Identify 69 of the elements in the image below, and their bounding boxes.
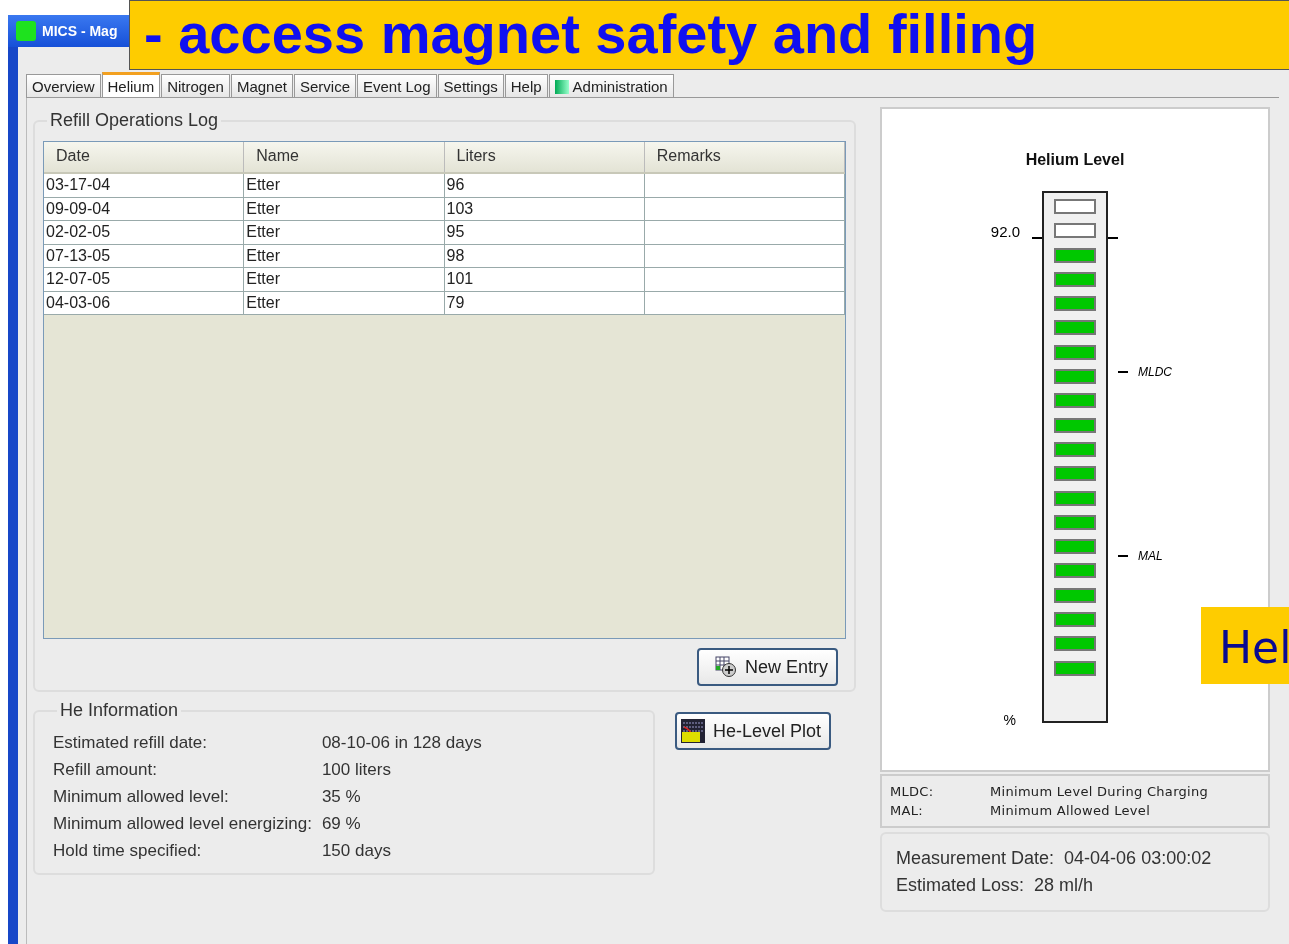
tab[interactable]: Event Log xyxy=(357,74,437,97)
table-cell: Etter xyxy=(246,223,281,240)
table-cell: 04-03-06 xyxy=(46,293,111,311)
field-label: Measurement Date: xyxy=(896,848,1055,869)
legend-text: Minimum Level During Charging xyxy=(990,784,1210,799)
field-label: Hold time specified: xyxy=(53,841,203,861)
field-value: 150 days xyxy=(321,841,392,861)
legend-abbr: MAL: xyxy=(890,803,924,818)
tab[interactable]: Service xyxy=(293,74,356,97)
table-cell: 103 xyxy=(446,199,474,217)
field-value: 04-04-06 03:00:02 xyxy=(1064,848,1212,869)
new-entry-button[interactable]: New Entry xyxy=(696,648,838,686)
field-value: 08-10-06 in 128 days xyxy=(321,733,483,753)
column-header[interactable]: Date xyxy=(44,142,245,172)
table-cell: Etter xyxy=(246,293,281,311)
group-title: Refill Operations Log xyxy=(49,110,220,131)
table-cell: 79 xyxy=(446,293,465,311)
table-cell: 101 xyxy=(446,270,474,287)
field-value: 35 % xyxy=(321,787,362,807)
mark-label: MAL xyxy=(1138,548,1163,563)
legend-text: Minimum Allowed Level xyxy=(990,803,1152,818)
plot-button[interactable]: He-Level Plot xyxy=(675,712,832,750)
table-cell: 95 xyxy=(446,223,465,240)
table-cell: 09-09-04 xyxy=(46,199,111,217)
table-cell: Etter xyxy=(246,270,281,287)
table-cell: 98 xyxy=(446,246,465,264)
tab[interactable]: Helium xyxy=(101,72,161,97)
column-header[interactable]: Liters xyxy=(444,142,645,172)
he-plot-icon xyxy=(681,719,705,743)
field-label: Refill amount: xyxy=(53,760,158,780)
table-cell: Etter xyxy=(246,176,281,193)
unit-label: % xyxy=(1003,712,1016,728)
table-cell: Etter xyxy=(246,246,281,264)
field-label: Estimated refill date: xyxy=(53,733,208,753)
tab[interactable]: Settings xyxy=(437,74,504,97)
table-cell: Etter xyxy=(246,199,281,217)
table-cell: 02-02-05 xyxy=(46,223,111,240)
tab[interactable]: Overview xyxy=(26,74,101,97)
tab[interactable]: Administration xyxy=(548,74,674,97)
table-cell: 03-17-04 xyxy=(46,176,111,193)
mark-label: MLDC xyxy=(1138,364,1172,379)
level-reading: 92.0 xyxy=(990,223,1020,240)
app-icon xyxy=(16,21,36,41)
table-add-icon xyxy=(714,656,737,678)
field-label: Minimum allowed level: xyxy=(53,787,230,807)
tick-mark xyxy=(1118,554,1128,557)
column-header[interactable]: Remarks xyxy=(644,142,845,172)
tick-mark xyxy=(1118,370,1128,373)
tab[interactable]: Help xyxy=(504,74,548,97)
tab[interactable]: Nitrogen xyxy=(161,74,230,97)
legend-abbr: MLDC: xyxy=(890,784,935,799)
field-label: Estimated Loss: xyxy=(896,875,1025,896)
field-value: 69 % xyxy=(321,814,362,834)
column-header[interactable]: Name xyxy=(244,142,445,172)
gradient-icon xyxy=(554,79,569,94)
tick-mark xyxy=(1108,237,1118,239)
window-title: MICS - Mag xyxy=(42,23,118,39)
table-cell: 07-13-05 xyxy=(46,246,111,264)
slide-banner: Hel xyxy=(1201,607,1289,684)
slide-banner: - access magnet safety and filling xyxy=(129,0,1289,70)
group-title: He Information xyxy=(59,700,180,721)
field-label: Minimum allowed level energizing: xyxy=(53,814,312,834)
table-cell: 96 xyxy=(446,176,465,193)
tab[interactable]: Magnet xyxy=(230,74,293,97)
table-cell: 12-07-05 xyxy=(46,270,111,287)
field-value: 100 liters xyxy=(321,760,392,780)
field-value: 28 ml/h xyxy=(1034,875,1094,896)
chart-title: Helium Level xyxy=(1025,151,1125,169)
tick-mark xyxy=(1032,237,1042,239)
